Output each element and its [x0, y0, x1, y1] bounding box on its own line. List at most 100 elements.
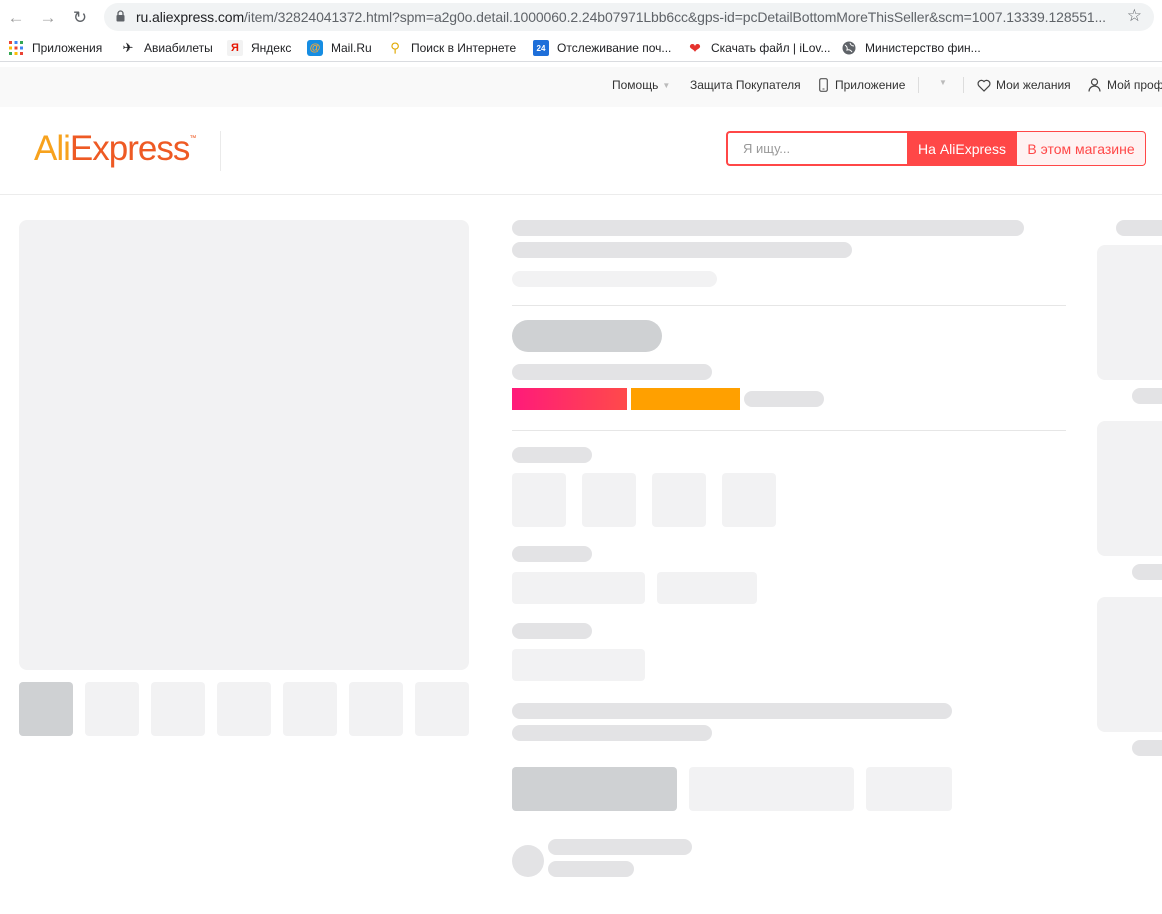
bookmark-ilovepdf[interactable]: ❤ Скачать файл | iLov... — [687, 39, 830, 57]
promo-badge-pink — [512, 388, 627, 410]
option-image-placeholder[interactable] — [652, 473, 706, 527]
yandex-icon: Я — [227, 40, 243, 56]
search-aliexpress-button[interactable]: На AliExpress — [907, 131, 1017, 166]
bookmark-label: Яндекс — [251, 41, 292, 55]
back-icon[interactable]: ← — [4, 5, 28, 29]
thumbnail-placeholder[interactable] — [415, 682, 469, 736]
apps-grid-icon — [8, 40, 24, 56]
logo-divider — [220, 131, 221, 171]
language-dropdown[interactable]: ▼ — [935, 78, 947, 87]
heart-icon: ❤ — [689, 39, 701, 56]
logo-part-ali: Ali — [34, 129, 71, 168]
sidebar-price-placeholder — [1132, 564, 1162, 580]
profile-link[interactable]: Мой проф — [1088, 78, 1162, 92]
main-image-placeholder — [19, 220, 469, 670]
option-label-placeholder — [512, 546, 592, 562]
title-placeholder — [512, 242, 852, 258]
browser-toolbar: ← → ↻ ru.aliexpress.com/item/32824041372… — [0, 0, 1162, 34]
thumbnail-placeholder[interactable] — [85, 682, 139, 736]
store-info-placeholder — [548, 861, 634, 877]
globe-icon — [841, 40, 857, 56]
add-to-cart-button-placeholder[interactable] — [689, 767, 854, 811]
bookmark-tracking[interactable]: 24 Отслеживание поч... — [533, 39, 671, 57]
title-placeholder — [512, 220, 1024, 236]
reload-icon[interactable]: ↻ — [68, 5, 92, 29]
app-link[interactable]: Приложение — [819, 78, 905, 92]
option-image-placeholder[interactable] — [722, 473, 776, 527]
store-name-placeholder — [548, 839, 692, 855]
url-host: ru.aliexpress.com — [136, 9, 245, 25]
bookmark-label: Приложения — [32, 41, 103, 55]
search-store-button[interactable]: В этом магазине — [1017, 131, 1146, 166]
logo-part-express: Express — [69, 129, 190, 168]
bookmark-aviabilety[interactable]: ✈ Авиабилеты — [120, 39, 213, 57]
shipping-placeholder — [512, 725, 712, 741]
app-label: Приложение — [835, 78, 906, 92]
search-input[interactable] — [726, 131, 907, 166]
bookmark-label: Авиабилеты — [144, 41, 213, 55]
chevron-down-icon: ▼ — [662, 80, 671, 90]
buyer-protection-link[interactable]: Защита Покупателя — [690, 78, 801, 92]
bookmarks-bar: Приложения ✈ Авиабилеты Я Яндекс @ Mail.… — [0, 34, 1162, 62]
bookmark-search[interactable]: ⚲ Поиск в Интернете — [387, 39, 516, 57]
sidebar-product-placeholder[interactable] — [1097, 597, 1162, 732]
heart-outline-icon — [977, 79, 991, 92]
thumbnail-placeholder[interactable] — [349, 682, 403, 736]
bookmark-yandex[interactable]: Я Яндекс — [227, 39, 291, 57]
sidebar-product-placeholder[interactable] — [1097, 245, 1162, 380]
thumbnail-placeholder[interactable] — [151, 682, 205, 736]
nav-divider — [963, 77, 964, 93]
nav-divider — [918, 77, 919, 93]
help-menu[interactable]: Помощь ▼ — [612, 78, 670, 92]
rating-placeholder — [512, 271, 717, 287]
page: ← → ↻ ru.aliexpress.com/item/32824041372… — [0, 0, 1162, 914]
help-label: Помощь — [612, 78, 659, 92]
thumbnail-placeholder[interactable] — [19, 682, 73, 736]
tracking-24-icon: 24 — [533, 40, 549, 56]
thumbnail-placeholder[interactable] — [283, 682, 337, 736]
phone-icon — [819, 78, 828, 92]
quantity-placeholder[interactable] — [512, 649, 645, 681]
address-bar[interactable]: ru.aliexpress.com/item/32824041372.html?… — [104, 3, 1154, 31]
logo-trademark: ™ — [189, 135, 196, 142]
buy-now-button-placeholder[interactable] — [512, 767, 677, 811]
price-placeholder — [512, 320, 662, 352]
profile-label: Мой проф — [1107, 78, 1162, 92]
wishlist-link[interactable]: Мои желания — [977, 78, 1071, 92]
forward-icon[interactable]: → — [36, 5, 60, 29]
option-button-placeholder[interactable] — [512, 572, 645, 604]
bookmark-label: Отслеживание поч... — [557, 41, 672, 55]
option-button-placeholder[interactable] — [657, 572, 757, 604]
star-icon[interactable]: ☆ — [1127, 6, 1142, 26]
promo-badge-orange — [631, 388, 740, 410]
sidebar-product-placeholder[interactable] — [1097, 421, 1162, 556]
bookmark-label: Mail.Ru — [331, 41, 372, 55]
shipping-placeholder — [512, 703, 952, 719]
lock-icon — [116, 10, 125, 22]
divider — [512, 430, 1066, 431]
option-image-placeholder[interactable] — [582, 473, 636, 527]
divider — [512, 305, 1066, 306]
chevron-down-icon: ▼ — [939, 78, 947, 87]
wishlist-button-placeholder[interactable] — [866, 767, 952, 811]
plane-icon: ✈ — [122, 40, 134, 55]
option-label-placeholder — [512, 623, 592, 639]
sidebar-price-placeholder — [1132, 388, 1162, 404]
promo-text-placeholder — [744, 391, 824, 407]
site-header: AliExpress™ На AliExpress В этом магазин… — [0, 107, 1162, 195]
thumbnail-placeholder[interactable] — [217, 682, 271, 736]
wishlist-label: Мои желания — [996, 78, 1071, 92]
aliexpress-logo[interactable]: AliExpress™ — [34, 129, 196, 169]
url-text[interactable]: ru.aliexpress.com/item/32824041372.html?… — [136, 9, 1116, 25]
site-top-nav: Помощь ▼ Защита Покупателя Приложение ▼ … — [0, 67, 1162, 107]
bookmark-label: Поиск в Интернете — [411, 41, 517, 55]
store-avatar-placeholder — [512, 845, 544, 877]
bookmark-label: Министерство фин... — [865, 41, 981, 55]
user-icon — [1088, 78, 1101, 92]
bookmark-minfin[interactable]: Министерство фин... — [841, 39, 981, 57]
bookmark-mailru[interactable]: @ Mail.Ru — [307, 39, 372, 57]
discount-placeholder — [512, 364, 712, 380]
mailru-icon: @ — [307, 40, 323, 56]
bookmark-apps[interactable]: Приложения — [8, 39, 102, 57]
option-image-placeholder[interactable] — [512, 473, 566, 527]
